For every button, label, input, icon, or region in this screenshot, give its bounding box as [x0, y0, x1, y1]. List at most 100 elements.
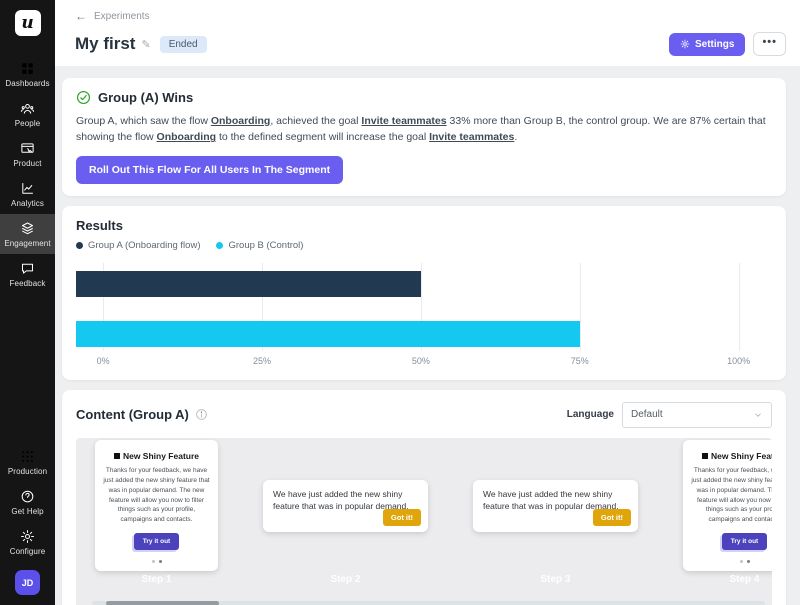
- x-tick-label: 100%: [727, 356, 750, 366]
- slide-preview-holder: New Shiny Feature Thanks for your feedbac…: [683, 446, 772, 566]
- production-icon: [20, 449, 35, 464]
- modal-preview: New Shiny FeatureThanks for your feedbac…: [95, 440, 218, 571]
- pagination-dot-active: [159, 560, 162, 563]
- legend-item: Group A (Onboarding flow): [76, 240, 200, 251]
- settings-button[interactable]: Settings: [669, 33, 745, 56]
- sidebar-item-people[interactable]: People: [0, 94, 55, 134]
- steps-carousel: New Shiny Feature Thanks for your feedbac…: [76, 438, 772, 605]
- sidebar-item-dashboards[interactable]: Dashboards: [0, 54, 55, 94]
- legend-item: Group B (Control): [216, 240, 303, 251]
- modal-pagination-dots: [152, 560, 162, 563]
- step-label: Step 1: [95, 574, 218, 585]
- breadcrumb-experiments[interactable]: Experiments: [94, 11, 150, 22]
- legend-label: Group B (Control): [228, 240, 303, 251]
- sidebar-item-get-help[interactable]: Get Help: [0, 482, 55, 522]
- help-icon: [20, 489, 35, 504]
- carousel-slide: New Shiny Feature Thanks for your feedbac…: [683, 446, 772, 585]
- app-logo[interactable]: u: [15, 10, 41, 36]
- winner-description-emphasis: Invite teammates: [361, 115, 446, 127]
- dashboards-icon: [20, 61, 35, 76]
- sidebar-nav: Dashboards People Product Analytics Engageme…: [0, 54, 55, 294]
- modal-preview: New Shiny Feature Thanks for your feedbac…: [683, 440, 772, 571]
- legend-dot-icon: [216, 242, 223, 249]
- winner-description-text: Group A, which saw the flow: [76, 115, 211, 127]
- winner-description: Group A, which saw the flow Onboarding, …: [76, 113, 772, 146]
- sidebar-item-feedback[interactable]: Feedback: [0, 254, 55, 294]
- people-icon: [20, 101, 35, 116]
- sidebar-item-analytics[interactable]: Analytics: [0, 174, 55, 214]
- chevron-down-icon: [753, 410, 763, 420]
- content-title: Content (Group A): [76, 407, 189, 422]
- back-arrow-icon[interactable]: ←: [75, 9, 87, 23]
- winner-title: Group (A) Wins: [98, 90, 193, 105]
- rollout-button[interactable]: Roll Out This Flow For All Users In The …: [76, 156, 343, 184]
- chart-gridline: [739, 263, 740, 351]
- modal-preview-title: New Shiny Feature: [702, 451, 772, 461]
- x-tick-label: 0%: [97, 356, 110, 366]
- info-icon[interactable]: [195, 408, 208, 421]
- modal-preview-body: Thanks for your feedback, we have just a…: [691, 466, 772, 525]
- sidebar-item-production[interactable]: Production: [0, 442, 55, 482]
- modal-title-text: New Shiny Feature: [711, 451, 772, 461]
- sidebar-item-product[interactable]: Product: [0, 134, 55, 174]
- try-it-out-button[interactable]: Try it out: [134, 533, 179, 550]
- tooltip-preview: We have just added the new shiny feature…: [263, 480, 428, 532]
- user-avatar[interactable]: JD: [15, 570, 40, 595]
- black-square-icon: [114, 453, 120, 459]
- sidebar-item-label: Production: [8, 467, 47, 476]
- bar-group-b: [76, 321, 580, 347]
- sidebar-item-label: People: [15, 119, 41, 128]
- sidebar-item-label: Get Help: [11, 507, 43, 516]
- carousel-slide: New Shiny FeatureThanks for your feedbac…: [95, 446, 218, 585]
- step-label: Step 3: [473, 574, 638, 585]
- legend-dot-icon: [76, 242, 83, 249]
- bar-chart: [76, 263, 772, 351]
- modal-preview-body: Thanks for your feedback, we have just a…: [103, 466, 210, 525]
- page-title: My first: [75, 34, 135, 54]
- step-label: Step 4: [683, 574, 772, 585]
- edit-title-icon[interactable]: ✎: [141, 38, 150, 51]
- settings-button-label: Settings: [695, 39, 734, 50]
- winner-description-text: to the defined segment will increase the…: [216, 131, 429, 143]
- sidebar-item-label: Dashboards: [5, 79, 49, 88]
- check-circle-icon: [76, 90, 91, 105]
- try-it-out-button[interactable]: Try it out: [722, 533, 767, 550]
- results-card: Results Group A (Onboarding flow) Group B…: [62, 206, 786, 380]
- chart-x-axis: 0% 25% 50% 75% 100%: [76, 356, 772, 368]
- product-icon: [20, 141, 35, 156]
- breadcrumb: ← Experiments: [75, 9, 786, 23]
- x-tick-label: 25%: [253, 356, 271, 366]
- carousel-scrollbar-thumb[interactable]: [106, 601, 219, 605]
- got-it-button[interactable]: Got it!: [383, 509, 421, 526]
- language-select[interactable]: Default: [622, 402, 772, 428]
- title-row: My first ✎ Ended Settings •••: [75, 32, 786, 56]
- pagination-dot: [740, 560, 743, 563]
- slide-preview-holder: New Shiny FeatureThanks for your feedbac…: [95, 446, 218, 566]
- pagination-dot-active: [747, 560, 750, 563]
- app-window: u Dashboards People Product Analytics Engage…: [0, 0, 800, 605]
- chart-gridline: [580, 263, 581, 351]
- x-tick-label: 50%: [412, 356, 430, 366]
- carousel-slides: New Shiny Feature Thanks for your feedbac…: [95, 446, 772, 585]
- x-tick-label: 75%: [571, 356, 589, 366]
- sidebar-spacer: [0, 294, 55, 434]
- engagement-icon: [20, 221, 35, 236]
- sidebar-item-label: Feedback: [10, 279, 46, 288]
- sidebar-item-label: Analytics: [11, 199, 44, 208]
- language-label: Language: [567, 409, 614, 420]
- status-badge: Ended: [160, 36, 207, 53]
- analytics-icon: [20, 181, 35, 196]
- got-it-button[interactable]: Got it!: [593, 509, 631, 526]
- carousel-slide: We have just added the new shiny feature…: [473, 446, 638, 585]
- carousel-slide: We have just added the new shiny feature…: [263, 446, 428, 585]
- winner-description-text: , achieved the goal: [270, 115, 361, 127]
- carousel-scrollbar-track[interactable]: [92, 601, 765, 605]
- topbar: ← Experiments My first ✎ Ended Settings …: [55, 0, 800, 66]
- slide-preview-holder: We have just added the new shiny feature…: [473, 446, 638, 566]
- winner-card: Group (A) Wins Group A, which saw the fl…: [62, 78, 786, 196]
- sidebar-item-configure[interactable]: Configure: [0, 522, 55, 562]
- results-title: Results: [76, 218, 772, 233]
- slide-preview-holder: We have just added the new shiny feature…: [263, 446, 428, 566]
- more-actions-button[interactable]: •••: [753, 32, 786, 56]
- sidebar-item-engagement[interactable]: Engagement: [0, 214, 55, 254]
